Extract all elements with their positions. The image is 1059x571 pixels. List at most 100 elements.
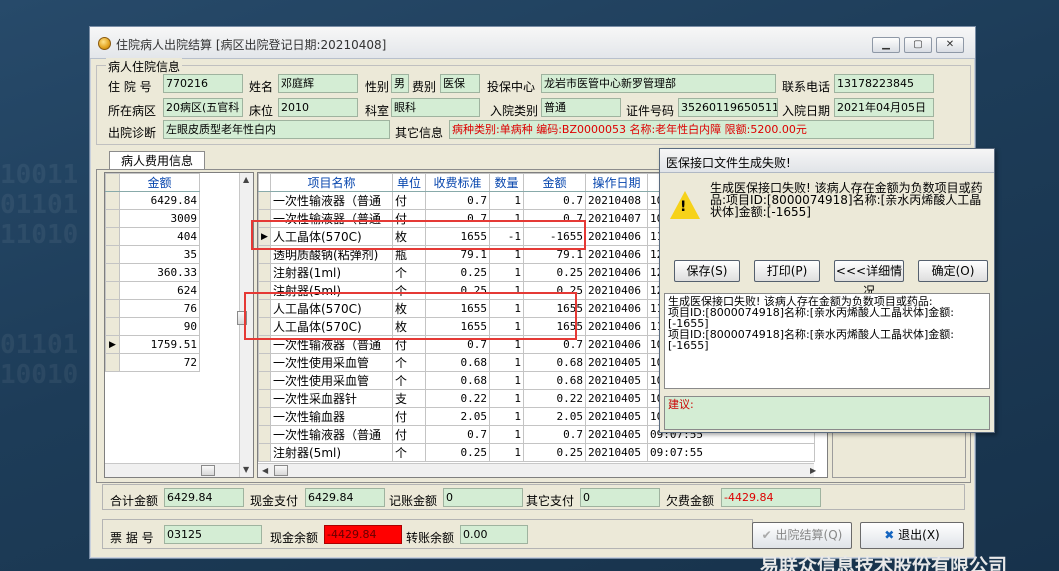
amount: 0.7 (523, 425, 586, 444)
cashbal-field[interactable]: -4429.84 (324, 525, 402, 544)
category-row[interactable]: 360.33 (105, 263, 242, 282)
ward-field[interactable]: 20病区(五官科 (163, 98, 243, 117)
feibie-field[interactable]: 医保 (440, 74, 480, 93)
amount: 1655 (523, 317, 586, 336)
tbzx-field[interactable]: 龙岩市医管中心新罗管理部 (541, 74, 776, 93)
row-indicator (258, 191, 271, 210)
other-field[interactable]: 病种类别:单病种 编码:BZ0000053 名称:老年性白内障 限额:5200.… (449, 120, 934, 139)
price: 79.1 (425, 245, 490, 264)
tab-patient-fees[interactable]: 病人费用信息 (109, 151, 205, 170)
suggestion-memo[interactable]: 建议: (664, 396, 990, 430)
receipt-field[interactable]: 03125 (164, 525, 262, 544)
name-field[interactable]: 邓庭辉 (278, 74, 358, 93)
row-indicator (105, 263, 120, 282)
col-qty[interactable]: 数量 (489, 173, 524, 192)
category-row[interactable]: 76 (105, 299, 242, 318)
category-row[interactable]: 90 (105, 317, 242, 336)
otherpay-field[interactable]: 0 (580, 488, 660, 507)
op-date: 20210405 (585, 425, 648, 444)
category-amount: 3009 (119, 209, 200, 228)
splitter-handle[interactable] (237, 311, 247, 325)
transfer-field[interactable]: 0.00 (460, 525, 528, 544)
maximize-button[interactable]: ▢ (904, 37, 932, 53)
category-row[interactable]: 6429.84 (105, 191, 242, 210)
window-title: 住院病人出院结算 [病区出院登记日期:20210408] (116, 38, 387, 52)
row-indicator (258, 317, 271, 336)
row-indicator (258, 263, 271, 282)
row-indicator (105, 353, 120, 372)
phone-field[interactable]: 13178223845 (834, 74, 934, 93)
col-price[interactable]: 收费标准 (425, 173, 490, 192)
details-button[interactable]: <<<详细情况 (834, 260, 904, 298)
cash-field[interactable]: 6429.84 (305, 488, 385, 507)
row-indicator (258, 281, 271, 300)
detail-hscroll[interactable]: ◀ ▶ (258, 463, 816, 477)
ok-button[interactable]: 确定(O) (918, 260, 988, 282)
col-unit[interactable]: 单位 (392, 173, 426, 192)
tbzx-label: 投保中心 (487, 80, 536, 94)
category-amount: 1759.51 (119, 335, 200, 354)
category-row[interactable]: 35 (105, 245, 242, 264)
name-label: 姓名 (249, 80, 274, 94)
item-name: 一次性输血器 (270, 407, 393, 426)
idno-label: 证件号码 (626, 104, 675, 118)
item-name: 一次性输液器（普通 (270, 191, 393, 210)
save-button[interactable]: 保存(S) (674, 260, 740, 282)
quantity: 1 (489, 407, 524, 426)
category-row[interactable]: 404 (105, 227, 242, 246)
col-date[interactable]: 操作日期 (585, 173, 648, 192)
exit-button[interactable]: ✖ 退出(X) (860, 522, 964, 549)
quantity: 1 (489, 335, 524, 354)
owe-field[interactable]: -4429.84 (721, 488, 821, 507)
op-date: 20210405 (585, 389, 648, 408)
bed-field[interactable]: 2010 (278, 98, 358, 117)
col-item-name[interactable]: 项目名称 (270, 173, 393, 192)
dept-field[interactable]: 眼科 (391, 98, 480, 117)
category-row[interactable]: 3009 (105, 209, 242, 228)
bed-label: 床位 (249, 104, 274, 118)
settle-button[interactable]: ✔ 出院结算(Q) (752, 522, 852, 549)
scroll-down-icon[interactable]: ▼ (243, 465, 249, 474)
category-vscroll[interactable]: ▲ ▼ (239, 173, 253, 477)
dept-label: 科室 (365, 104, 390, 118)
admtype-field[interactable]: 普通 (541, 98, 621, 117)
category-hscroll[interactable] (105, 463, 239, 477)
category-row[interactable]: 72 (105, 353, 242, 372)
col-amount[interactable]: 金额 (523, 173, 586, 192)
sex-field[interactable]: 男 (391, 74, 409, 93)
account-field[interactable]: 0 (443, 488, 523, 507)
row-indicator (258, 407, 271, 426)
total-field[interactable]: 6429.84 (164, 488, 244, 507)
category-amount: 35 (119, 245, 200, 264)
row-indicator (105, 191, 120, 210)
item-name: 注射器(1ml) (270, 263, 393, 282)
quantity: 1 (489, 281, 524, 300)
price: 1655 (425, 299, 490, 318)
fee-row[interactable]: 注射器(5ml)个0.2510.252021040509:07:550.25 (258, 443, 815, 462)
detail-hscroll-thumb[interactable] (274, 465, 288, 476)
scroll-right-icon[interactable]: ▶ (810, 466, 816, 475)
zyh-field[interactable]: 770216 (163, 74, 243, 93)
admdate-label: 入院日期 (782, 104, 831, 118)
cash-label: 现金支付 (250, 494, 299, 508)
account-label: 记账金额 (389, 494, 438, 508)
hscroll-thumb[interactable] (201, 465, 215, 476)
idno-field[interactable]: 352601196505115012 (678, 98, 778, 117)
category-row[interactable]: ▶ 1759.51 (105, 335, 242, 354)
print-button[interactable]: 打印(P) (754, 260, 820, 282)
op-date: 20210405 (585, 443, 648, 462)
item-name: 一次性使用采血管 (270, 371, 393, 390)
close-button[interactable]: ✕ (936, 37, 964, 53)
detail-memo[interactable]: 生成医保接口失败! 该病人存在金额为负数项目或药品: 项目ID:[8000074… (664, 293, 990, 389)
app-icon (98, 37, 111, 50)
scroll-left-icon[interactable]: ◀ (262, 466, 268, 475)
col-amount[interactable]: 金额 (119, 173, 200, 192)
diag-field[interactable]: 左眼皮质型老年性白内 (163, 120, 390, 139)
scroll-up-icon[interactable]: ▲ (243, 175, 249, 184)
admdate-field[interactable]: 2021年04月05日 (834, 98, 934, 117)
price: 0.25 (425, 263, 490, 282)
minimize-button[interactable]: ▁ (872, 37, 900, 53)
category-row[interactable]: 624 (105, 281, 242, 300)
amount: 0.25 (523, 281, 586, 300)
category-grid[interactable]: 金额 6429.84 3009 404 35 360.33 624 76 90 ▶ 1759.51… (104, 172, 254, 478)
